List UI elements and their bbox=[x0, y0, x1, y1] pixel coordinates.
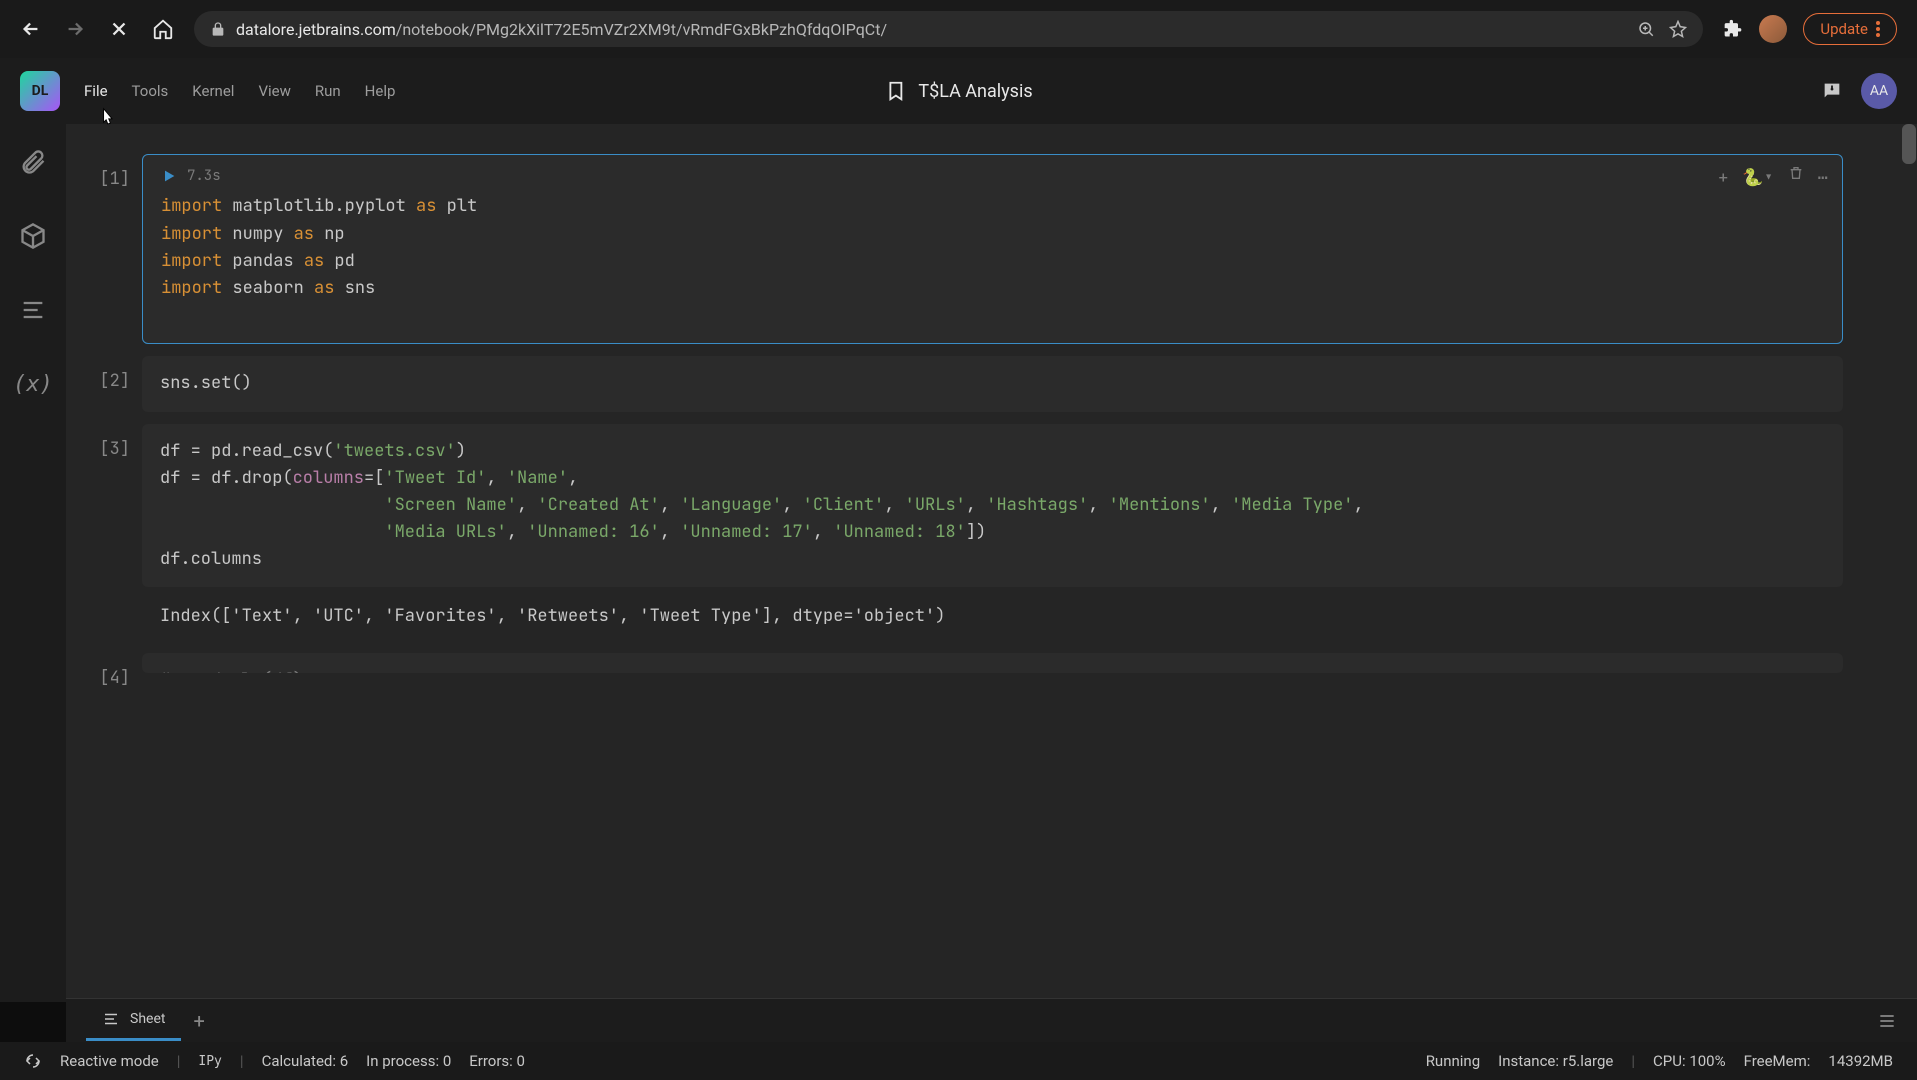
sheet-tab-label: Sheet bbox=[130, 1011, 165, 1027]
notebook-title-area: T$LA Analysis bbox=[884, 80, 1032, 102]
toc-icon[interactable] bbox=[19, 296, 47, 324]
add-sheet-button[interactable]: + bbox=[193, 1009, 204, 1033]
run-icon[interactable] bbox=[161, 168, 177, 184]
menu-view[interactable]: View bbox=[258, 82, 290, 100]
status-cpu: CPU: 100% bbox=[1653, 1052, 1726, 1070]
cell-row: [4] # randomly(df) bbox=[96, 653, 1867, 689]
user-avatar[interactable]: AA bbox=[1861, 73, 1897, 109]
menu-help[interactable]: Help bbox=[365, 82, 396, 100]
sheet-tab[interactable]: Sheet bbox=[86, 1000, 181, 1041]
status-calculated: Calculated: 6 bbox=[262, 1052, 349, 1070]
kebab-icon bbox=[1876, 21, 1880, 37]
cell-output: Index(['Text', 'UTC', 'Favorites', 'Retw… bbox=[142, 591, 1793, 641]
status-running: Running bbox=[1426, 1052, 1480, 1070]
extensions-icon[interactable] bbox=[1723, 19, 1743, 39]
attach-icon[interactable] bbox=[19, 148, 47, 176]
status-freemem-label: FreeMem: bbox=[1744, 1052, 1811, 1070]
exec-time: 7.3s bbox=[187, 165, 221, 187]
cell-actions: + 🐍▾ ⋯ bbox=[1718, 165, 1828, 192]
cell-type-icon[interactable]: 🐍▾ bbox=[1742, 165, 1773, 192]
status-bar: Reactive mode | IPy | Calculated: 6 In p… bbox=[0, 1042, 1917, 1080]
star-icon[interactable] bbox=[1669, 20, 1687, 38]
app-logo[interactable]: DL bbox=[20, 71, 60, 111]
status-mode[interactable]: Reactive mode bbox=[60, 1052, 159, 1070]
status-freemem-val: 14392MB bbox=[1828, 1052, 1893, 1070]
code-cell[interactable]: # randomly(df) bbox=[142, 653, 1843, 673]
cell-row: [3] df = pd.read_csv('tweets.csv')df = d… bbox=[96, 424, 1867, 588]
menu-file[interactable]: File bbox=[84, 82, 108, 100]
cell-number: [4] bbox=[96, 653, 142, 689]
cell-row: [2] sns.set() bbox=[96, 356, 1867, 411]
notebook-area[interactable]: [1] 7.3s + 🐍▾ ⋯ import matplotlib.pyplot… bbox=[66, 124, 1917, 1002]
package-icon[interactable] bbox=[19, 222, 47, 250]
scrollbar[interactable] bbox=[1902, 124, 1916, 164]
sheet-menu-icon[interactable] bbox=[1877, 1011, 1897, 1031]
code-content[interactable]: sns.set() bbox=[160, 370, 1825, 397]
trash-icon[interactable] bbox=[1788, 165, 1804, 181]
home-icon[interactable] bbox=[152, 18, 174, 40]
menu-tools[interactable]: Tools bbox=[132, 82, 169, 100]
back-icon[interactable] bbox=[20, 18, 42, 40]
chat-icon[interactable] bbox=[1821, 80, 1843, 102]
sheet-bar: Sheet + bbox=[66, 998, 1917, 1042]
url-host: datalore.jetbrains.com/notebook/PMg2kXil… bbox=[236, 20, 887, 39]
code-content[interactable]: # randomly(df) bbox=[160, 667, 1825, 673]
code-content[interactable]: df = pd.read_csv('tweets.csv')df = df.dr… bbox=[160, 438, 1825, 574]
url-bar[interactable]: datalore.jetbrains.com/notebook/PMg2kXil… bbox=[194, 11, 1703, 47]
status-inprocess: In process: 0 bbox=[366, 1052, 451, 1070]
app-header: DL File Tools Kernel View Run Help T$LA … bbox=[0, 58, 1917, 124]
lock-icon bbox=[210, 21, 226, 37]
browser-toolbar: datalore.jetbrains.com/notebook/PMg2kXil… bbox=[0, 0, 1917, 58]
cell-number: [3] bbox=[96, 424, 142, 588]
code-cell[interactable]: sns.set() bbox=[142, 356, 1843, 411]
sheet-icon bbox=[102, 1010, 120, 1028]
cell-row: [1] 7.3s + 🐍▾ ⋯ import matplotlib.pyplot… bbox=[96, 154, 1867, 344]
code-cell[interactable]: 7.3s + 🐍▾ ⋯ import matplotlib.pyplot as … bbox=[142, 154, 1843, 344]
status-instance: Instance: r5.large bbox=[1498, 1052, 1613, 1070]
left-sidebar: (x) bbox=[0, 124, 66, 1002]
variables-icon[interactable]: (x) bbox=[19, 370, 47, 398]
menu-run[interactable]: Run bbox=[315, 82, 341, 100]
code-cell[interactable]: df = pd.read_csv('tweets.csv')df = df.dr… bbox=[142, 424, 1843, 588]
reactive-icon[interactable] bbox=[24, 1052, 42, 1070]
status-kernel[interactable]: IPy bbox=[198, 1054, 221, 1069]
bookmark-icon[interactable] bbox=[884, 80, 906, 102]
code-content[interactable]: import matplotlib.pyplot as pltimport nu… bbox=[161, 193, 1824, 329]
status-errors: Errors: 0 bbox=[469, 1052, 525, 1070]
update-button[interactable]: Update bbox=[1803, 13, 1897, 45]
add-cell-icon[interactable]: + bbox=[1718, 165, 1728, 192]
menu-bar: File Tools Kernel View Run Help bbox=[84, 82, 395, 100]
cell-number: [1] bbox=[96, 154, 142, 344]
menu-kernel[interactable]: Kernel bbox=[192, 82, 234, 100]
stop-icon[interactable] bbox=[108, 18, 130, 40]
forward-icon[interactable] bbox=[64, 18, 86, 40]
cell-number: [2] bbox=[96, 356, 142, 411]
zoom-icon[interactable] bbox=[1637, 20, 1655, 38]
more-icon[interactable]: ⋯ bbox=[1818, 165, 1828, 192]
profile-avatar[interactable] bbox=[1759, 15, 1787, 43]
notebook-title[interactable]: T$LA Analysis bbox=[918, 81, 1032, 102]
